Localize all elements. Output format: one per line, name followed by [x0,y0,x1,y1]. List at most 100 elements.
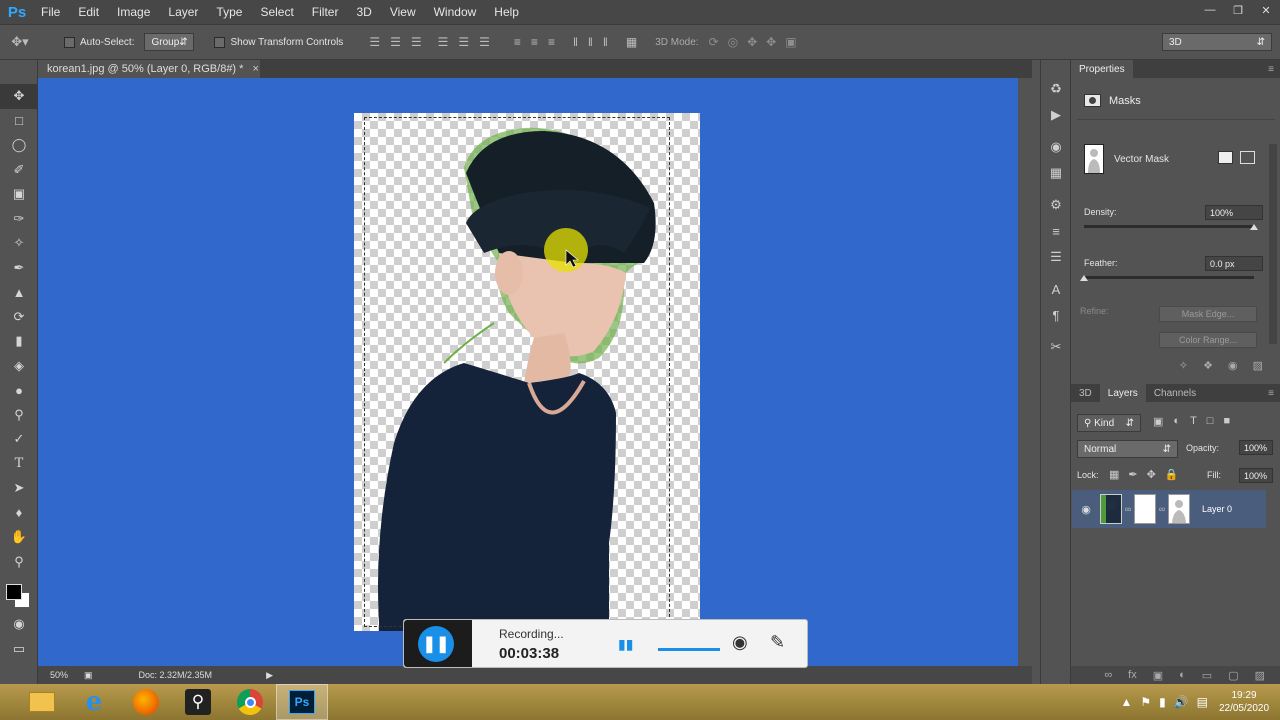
layer-style-icon[interactable]: fx [1128,669,1137,681]
fill-field[interactable]: 100% [1239,468,1273,483]
minimize-icon[interactable]: — [1196,0,1224,20]
lasso-tool-icon[interactable]: ◯ [0,133,38,158]
roll-3d-icon[interactable]: ◎ [728,35,738,49]
distribute-vcenter-icon[interactable]: ≡ [531,35,538,49]
toggle-mask-visibility-icon[interactable]: ◉ [1228,359,1238,372]
distribute-left-icon[interactable]: ‖ [573,35,578,49]
foreground-color-swatch[interactable] [6,584,22,600]
add-mask-icon[interactable]: ▣ [1153,669,1163,682]
eyedropper-tool-icon[interactable]: ✑ [0,207,38,232]
scale-3d-icon[interactable]: ▣ [785,35,796,49]
distribute-hcenter-icon[interactable]: ‖ [588,35,593,49]
feather-slider-thumb[interactable] [1080,275,1088,281]
crop-tool-icon[interactable]: ▣ [0,182,38,207]
styles-panel-icon[interactable]: ≡ [1041,218,1071,244]
paragraph-styles-panel-icon[interactable]: ☰ [1041,244,1071,270]
restore-icon[interactable]: ❐ [1224,0,1252,20]
layer-name[interactable]: Layer 0 [1202,504,1232,514]
pen-icon[interactable]: ✎ [770,632,785,653]
link-layers-icon[interactable]: ∞ [1104,669,1112,681]
menu-window[interactable]: Window [425,0,486,24]
align-top-icon[interactable]: ☰ [369,35,380,49]
quick-mask-icon[interactable]: ◉ [0,612,38,637]
color-range-button[interactable]: Color Range... [1159,332,1257,348]
feather-slider[interactable] [1084,276,1254,279]
align-hcenter-icon[interactable]: ☰ [458,35,469,49]
link-icon[interactable]: ∞ [1122,504,1134,514]
filter-type-icon[interactable]: T [1190,415,1197,428]
paint-bucket-tool-icon[interactable]: ◈ [0,354,38,379]
zoom-tool-icon[interactable]: ⚲ [0,550,38,575]
new-group-icon[interactable]: ▭ [1202,669,1212,682]
history-panel-icon[interactable]: ♻ [1041,76,1071,102]
photoshop-icon[interactable]: Ps [276,684,328,720]
vector-mask-layer-thumbnail[interactable] [1168,494,1190,524]
distribute-bottom-icon[interactable]: ≡ [548,35,555,49]
chrome-icon[interactable] [224,684,276,720]
mask-edge-button[interactable]: Mask Edge... [1159,306,1257,322]
actions-panel-icon[interactable]: ▶ [1041,102,1071,128]
paragraph-panel-icon[interactable]: ¶ [1041,302,1071,328]
delete-mask-icon[interactable]: ▨ [1253,359,1263,372]
panel-menu-icon[interactable]: ≡ [1268,64,1274,75]
network-icon[interactable]: ▤ [1197,695,1208,709]
status-menu-arrow-icon[interactable]: ▶ [266,670,273,681]
battery-icon[interactable]: ▮ [1159,695,1166,709]
tab-3d[interactable]: 3D [1071,384,1100,402]
filter-shape-icon[interactable]: □ [1207,415,1214,428]
menu-3d[interactable]: 3D [347,0,380,24]
tab-layers[interactable]: Layers [1099,384,1146,402]
volume-icon[interactable]: 🔊 [1174,695,1189,709]
canvas-area[interactable] [38,78,1018,666]
density-slider[interactable] [1084,225,1254,228]
quick-select-tool-icon[interactable]: ✐ [0,158,38,183]
blend-mode-dropdown[interactable]: Normal ⇵ [1077,440,1178,458]
stamp-tool-icon[interactable]: ▲ [0,280,38,305]
status-info-icon[interactable]: ▣ [84,670,93,681]
hand-tool-icon[interactable]: ✋ [0,525,38,550]
shape-tool-icon[interactable]: ♦ [0,501,38,526]
clock[interactable]: 19:29 22/05/2020 [1208,689,1280,715]
density-slider-thumb[interactable] [1250,224,1258,230]
pause-button[interactable]: ❚❚ [418,626,454,662]
swatches-panel-icon[interactable]: ▦ [1041,160,1071,186]
density-field[interactable]: 100% [1205,205,1263,220]
filter-adjustment-icon[interactable]: ◐ [1173,415,1180,428]
lock-image-icon[interactable]: ✒ [1128,468,1137,481]
menu-filter[interactable]: Filter [303,0,348,24]
slide-3d-icon[interactable]: ✥ [766,35,776,49]
show-transform-checkbox[interactable] [214,36,226,48]
align-vcenter-icon[interactable]: ☰ [390,35,401,49]
menu-edit[interactable]: Edit [69,0,108,24]
audio-level-icon[interactable]: ▮▮ [618,636,633,653]
adjustment-layer-icon[interactable]: ◐ [1179,669,1186,681]
auto-align-icon[interactable]: ▦ [626,35,637,49]
align-bottom-icon[interactable]: ☰ [411,35,422,49]
workspace-dropdown[interactable]: 3D ⇵ [1162,33,1272,51]
menu-file[interactable]: File [32,0,69,24]
color-panel-icon[interactable]: ◉ [1041,134,1071,160]
distribute-top-icon[interactable]: ≡ [514,35,521,49]
filter-pixel-icon[interactable]: ▣ [1153,415,1163,428]
search-app-icon[interactable]: ⚲ [172,684,224,720]
pen-tool-icon[interactable]: ✓ [0,427,38,452]
filter-smart-icon[interactable]: ■ [1223,415,1230,428]
move-tool-preset-icon[interactable]: ✥▾ [0,34,40,50]
healing-tool-icon[interactable]: ✧ [0,231,38,256]
load-selection-icon[interactable]: ✧ [1179,359,1188,372]
feather-field[interactable]: 0.0 px [1205,256,1263,271]
history-brush-tool-icon[interactable]: ⟳ [0,305,38,330]
drag-3d-icon[interactable]: ✥ [747,35,757,49]
blur-tool-icon[interactable]: ● [0,378,38,403]
new-layer-icon[interactable]: ▢ [1228,669,1238,682]
lock-all-icon[interactable]: 🔒 [1165,468,1179,481]
delete-layer-icon[interactable]: ▨ [1255,669,1265,682]
layer-mask-thumbnail[interactable] [1134,494,1156,524]
menu-image[interactable]: Image [108,0,159,24]
firefox-icon[interactable] [120,684,172,720]
menu-layer[interactable]: Layer [159,0,207,24]
properties-tab[interactable]: Properties [1071,60,1133,78]
adjustments-panel-icon[interactable]: ⚙ [1041,192,1071,218]
eraser-tool-icon[interactable]: ▮ [0,329,38,354]
auto-select-dropdown[interactable]: Group ⇵ [144,33,195,51]
